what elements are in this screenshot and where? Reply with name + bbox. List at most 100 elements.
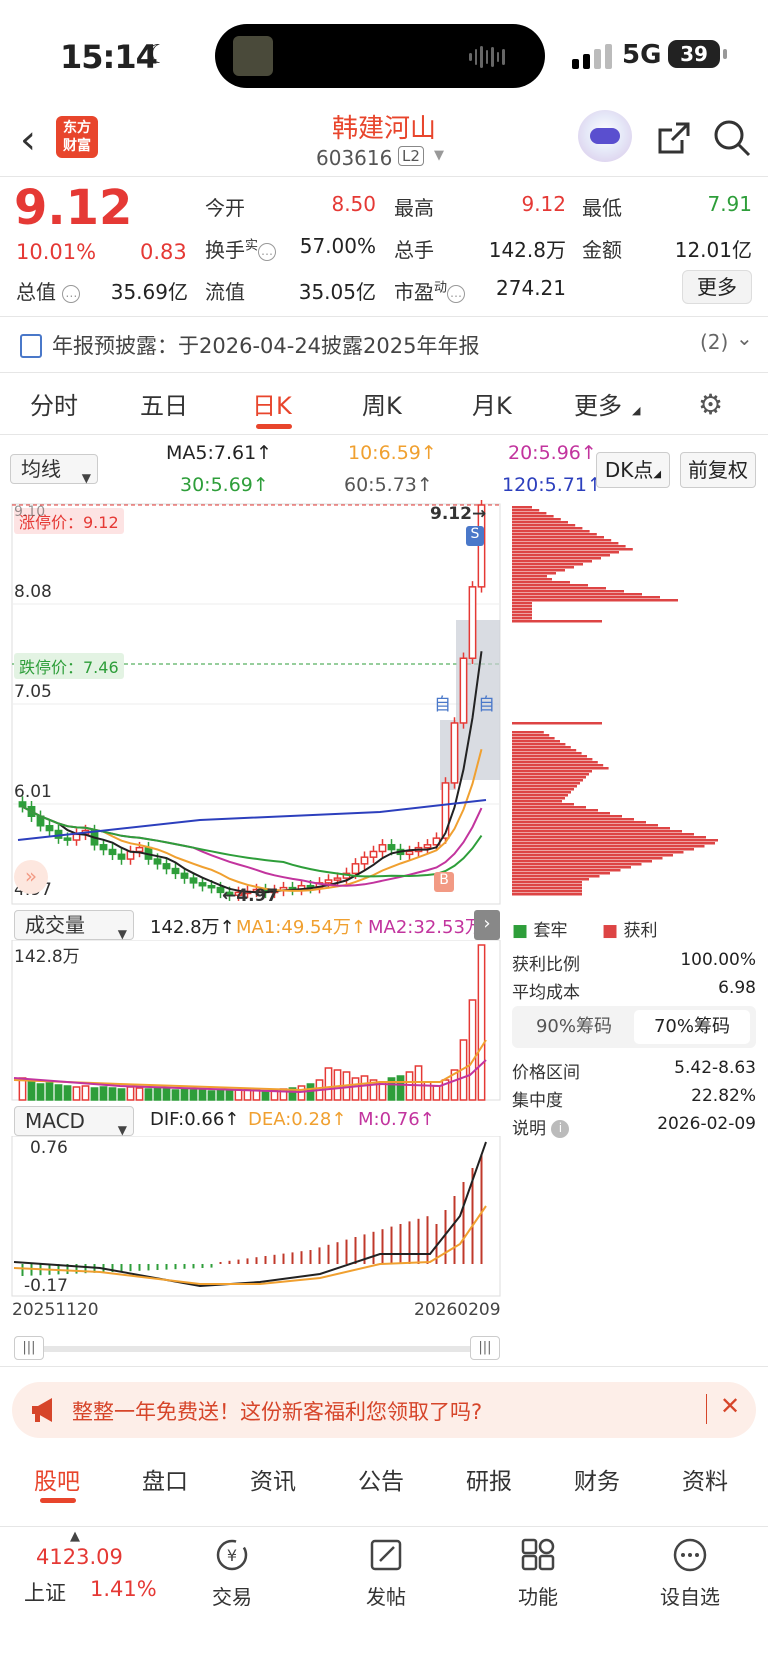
chip-bar [512,854,673,857]
kline-chart[interactable]: 涨停价：9.12 9.10 8.08 跌停价：7.46 7.05 6.01 4.… [0,500,768,910]
chip-bar [512,764,604,767]
chevron-down-icon[interactable]: ⌄ [736,326,753,350]
tab-announcements[interactable]: 公告 [358,1462,404,1496]
legend-dot: ■ [602,921,619,941]
tab-forum[interactable]: 股吧 [34,1462,80,1496]
macd-m: M:0.76↑ [358,1109,435,1130]
chip-bar [512,605,532,608]
notice-bar[interactable]: 年报预披露：于2026-04-24披露2025年年报 (2) ⌄ [0,318,768,372]
chevron-down-icon[interactable]: ▼ [434,148,444,163]
tab-monthly-k[interactable]: 月K [472,386,512,421]
sell-signal-marker[interactable]: S [466,526,484,546]
tab-finance[interactable]: 财务 [574,1462,620,1496]
tab-intraday[interactable]: 分时 [30,386,78,421]
add-watchlist-icon[interactable] [672,1537,708,1573]
collapse-panel-icon[interactable]: › [474,910,500,940]
chip-bar [512,518,561,521]
search-icon[interactable] [712,118,752,158]
expand-left-icon[interactable]: » [14,860,48,894]
y-axis-label: 8.08 [14,582,52,602]
scroller-right-handle[interactable]: ||| [470,1336,500,1360]
tab-more[interactable]: 更多 [574,386,622,421]
index-value[interactable]: 4123.09 [36,1545,123,1569]
tab-profile[interactable]: 资料 [682,1462,728,1496]
index-percent[interactable]: 1.41% [90,1577,157,1601]
post-label[interactable]: 发帖 [336,1581,436,1610]
macd-y-bottom: -0.17 [24,1276,68,1296]
profit-ratio-label: 获利比例 [512,955,580,975]
candle-body [153,858,162,865]
range-scroller[interactable]: ||| ||| [14,1336,500,1360]
macd-select[interactable]: MACD ▼ [14,1106,134,1137]
add-watchlist-label[interactable]: 设自选 [640,1581,740,1610]
chip-bar [512,620,602,623]
dk-label: DK点 [604,458,654,482]
ai-assistant-icon[interactable] [578,110,632,162]
features-label[interactable]: 功能 [488,1581,588,1610]
chip-bar [512,587,606,590]
network-type: 5G [622,40,662,70]
share-icon[interactable] [654,118,694,158]
chip-bar [512,851,684,854]
macd-dea: DEA:0.28↑ [248,1109,347,1130]
tab-chip-70[interactable]: 70%筹码 [634,1010,750,1044]
trade-label[interactable]: 交易 [182,1581,282,1610]
dk-point-button[interactable]: DK点◢ [596,452,670,488]
gear-icon[interactable]: ⚙ [698,388,723,421]
scroller-track [14,1346,500,1352]
notice-text: 年报预披露：于2026-04-24披露2025年年报 [52,334,480,358]
tab-chip-90[interactable]: 90%筹码 [516,1010,632,1044]
ma30-value: 30:5.69↑ [180,474,269,496]
more-button[interactable]: 更多 [682,270,752,304]
volume-bar [198,1089,207,1101]
tab-news[interactable]: 资讯 [250,1462,296,1496]
buy-signal-marker[interactable]: B [434,872,454,892]
chip-bar [512,833,694,836]
volume-bar [27,1081,36,1101]
chip-bar [512,800,562,803]
tab-daily-k[interactable]: 日K [252,386,292,421]
volume-bar [54,1084,63,1101]
expand-up-icon[interactable]: ▲ [70,1529,80,1544]
trade-icon[interactable]: ¥ [214,1537,250,1573]
mcap-label-text: 总值 [16,280,56,304]
forward-adjust-button[interactable]: 前复权 [680,452,756,488]
candle-body [378,844,387,853]
candle-body [450,722,459,784]
scroller-left-handle[interactable]: ||| [14,1336,44,1360]
float-value: 35.05亿 [298,280,376,304]
candle-body [108,848,117,856]
chip-bar [512,872,610,875]
chip-bar [512,755,587,758]
candle-body [18,801,27,808]
promo-banner[interactable]: 整整一年免费送！这份新客福利您领取了吗? ✕ [12,1382,756,1438]
volume-ma1: MA1:49.54万↑ [236,917,366,938]
info-icon[interactable]: … [62,284,81,303]
close-icon[interactable]: ✕ [720,1392,740,1420]
profit-ratio-value: 100.00% [680,950,756,970]
chip-bar [512,542,619,545]
candle-body [351,863,360,875]
info-icon[interactable]: … [258,242,277,261]
info-icon[interactable]: … [447,284,466,303]
post-icon[interactable] [368,1537,404,1573]
volume-select[interactable]: 成交量 ▼ [14,910,134,941]
tab-orderbook[interactable]: 盘口 [142,1462,188,1496]
chip-bar [512,776,586,779]
features-icon[interactable] [520,1537,556,1573]
index-name[interactable]: 上证 [24,1577,66,1607]
concentration-label: 集中度 [512,1091,563,1111]
macd-y-top: 0.76 [30,1138,68,1158]
chip-bar [512,818,634,821]
volume-bar [324,1067,333,1101]
legend-trapped: ■ 套牢 [512,916,567,941]
tab-five-day[interactable]: 五日 [140,386,188,421]
tab-weekly-k[interactable]: 周K [362,386,402,421]
chip-bar [512,575,547,578]
chip-bar [512,845,705,848]
ma-select[interactable]: 均线 ▼ [10,454,98,485]
turnover-label: 换手实… [205,234,277,263]
tab-research[interactable]: 研报 [466,1462,512,1496]
info-icon[interactable]: i [551,1120,570,1138]
low-mark-text: 4.97 [236,886,279,906]
